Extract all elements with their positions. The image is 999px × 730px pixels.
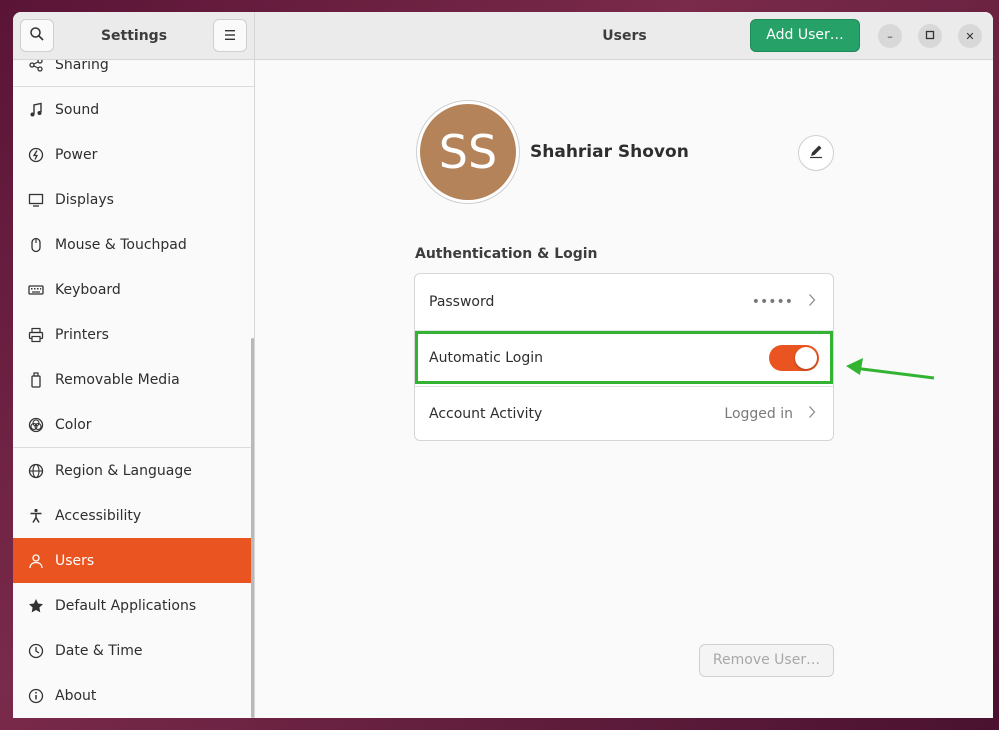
sidebar-item-label: Sound [55, 101, 100, 118]
sidebar-item-label: Printers [55, 326, 109, 343]
sidebar-item-users[interactable]: Users [13, 538, 254, 583]
sidebar-item-label: Keyboard [55, 281, 121, 298]
hamburger-menu-icon [223, 26, 237, 45]
share-icon [27, 60, 45, 74]
sidebar-item-label: Region & Language [55, 462, 192, 479]
sidebar-header: Settings [13, 12, 255, 60]
star-icon [27, 597, 45, 615]
close-button[interactable]: ✕ [958, 24, 982, 48]
sidebar-item-label: Default Applications [55, 597, 197, 614]
sidebar-item-label: Date & Time [55, 642, 143, 659]
sidebar-item-region-language[interactable]: Region & Language [13, 448, 254, 493]
header-bar: Settings Users Add User… – ✕ [13, 12, 993, 60]
users-icon [27, 552, 45, 570]
sidebar-item-label: Removable Media [55, 371, 180, 388]
sidebar-item-power[interactable]: Power [13, 132, 254, 177]
mouse-icon [27, 236, 45, 254]
sidebar-item-sharing[interactable]: Sharing [13, 60, 254, 87]
sidebar: Sharing Sound Power Displays Mouse & Tou… [13, 60, 255, 718]
sidebar-item-label: Color [55, 416, 92, 433]
sidebar-item-date-time[interactable]: Date & Time [13, 628, 254, 673]
sidebar-item-label: Accessibility [55, 507, 142, 524]
search-button[interactable] [20, 19, 54, 52]
minimize-button[interactable]: – [878, 24, 902, 48]
sidebar-item-color[interactable]: Color [13, 402, 254, 447]
sidebar-item-keyboard[interactable]: Keyboard [13, 267, 254, 312]
page-title-text: Users [602, 28, 647, 44]
music-note-icon [27, 101, 45, 119]
close-icon: ✕ [965, 29, 975, 43]
annotation-arrow-icon [846, 358, 935, 380]
globe-icon [27, 462, 45, 480]
display-icon [27, 191, 45, 209]
add-user-button[interactable]: Add User… [750, 19, 860, 52]
sidebar-item-label: Sharing [55, 60, 109, 73]
maximize-button[interactable] [918, 24, 942, 48]
sidebar-item-label: Power [55, 146, 98, 163]
sidebar-item-label: Mouse & Touchpad [55, 236, 187, 253]
menu-button[interactable] [213, 19, 247, 52]
sidebar-item-default-applications[interactable]: Default Applications [13, 583, 254, 628]
clock-icon [27, 642, 45, 660]
info-icon [27, 687, 45, 705]
sidebar-item-sound[interactable]: Sound [13, 87, 254, 132]
sidebar-item-printers[interactable]: Printers [13, 312, 254, 357]
sidebar-item-accessibility[interactable]: Accessibility [13, 493, 254, 538]
sidebar-item-displays[interactable]: Displays [13, 177, 254, 222]
minimize-icon: – [887, 29, 893, 43]
users-panel: SS Shahriar Shovon Authentication & Logi… [256, 60, 993, 718]
keyboard-icon [27, 281, 45, 299]
usb-drive-icon [27, 371, 45, 389]
printer-icon [27, 326, 45, 344]
sidebar-item-mouse-touchpad[interactable]: Mouse & Touchpad [13, 222, 254, 267]
sidebar-item-about[interactable]: About [13, 673, 254, 718]
sidebar-title: Settings [100, 28, 168, 44]
remove-user-button[interactable]: Remove User… [699, 644, 834, 677]
settings-window: Settings Users Add User… – ✕ Sharing Sou… [13, 12, 993, 718]
sidebar-item-label: Users [55, 552, 95, 569]
color-icon [27, 416, 45, 434]
accessibility-icon [27, 507, 45, 525]
maximize-icon [925, 30, 935, 43]
sidebar-item-label: About [55, 687, 97, 704]
search-icon [29, 26, 45, 46]
sidebar-item-removable-media[interactable]: Removable Media [13, 357, 254, 402]
power-icon [27, 146, 45, 164]
sidebar-item-label: Displays [55, 191, 114, 208]
sidebar-scrollbar[interactable] [251, 338, 254, 718]
